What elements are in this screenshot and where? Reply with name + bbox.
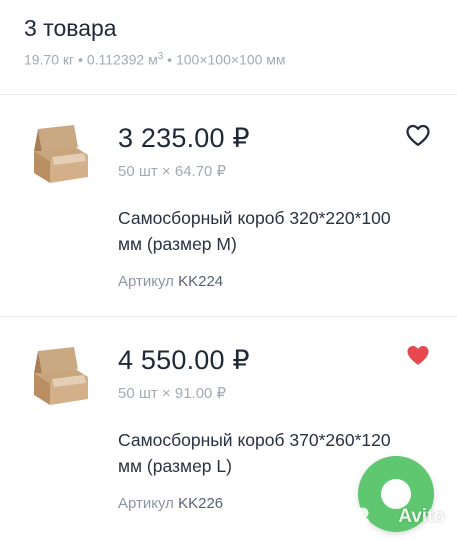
item-sku: Артикул KK226 — [118, 495, 223, 512]
total-weight: 19.70 кг — [24, 51, 75, 68]
item-title-line: Самосборный короб 370*260*120 — [118, 430, 391, 450]
box-icon[interactable] — [28, 121, 92, 189]
sku-code: KK226 — [178, 495, 224, 512]
heart-outline-icon[interactable] — [404, 121, 432, 149]
item-sku: Артикул KK224 — [118, 273, 223, 290]
sku-label: Артикул — [118, 495, 174, 512]
sku-label: Артикул — [118, 273, 174, 290]
item-title-line: мм (размер M) — [118, 234, 237, 254]
item-title[interactable]: Самосборный короб 320*220*100 мм (размер… — [118, 205, 448, 257]
volume-exponent: 3 — [157, 51, 164, 62]
avito-watermark: Avito — [398, 506, 445, 527]
item-quantity-unit-price: 50 шт × 91.00 ₽ — [118, 385, 227, 402]
item-quantity-unit-price: 50 шт × 64.70 ₽ — [118, 163, 227, 180]
sku-code: KK224 — [178, 273, 224, 290]
order-summary: 19.70 кг • 0.112392 м3 • 100×100×100 мм — [24, 51, 457, 68]
cart-header: 3 товара 19.70 кг • 0.112392 м3 • 100×10… — [24, 14, 457, 68]
cart-item[interactable]: 3 235.00 ₽ 50 шт × 64.70 ₽ Самосборный к… — [0, 95, 457, 315]
avito-logo-icon — [349, 507, 369, 524]
heart-filled-icon[interactable] — [404, 341, 432, 369]
separator: • — [167, 51, 173, 68]
package-dimensions: 100×100×100 мм — [175, 51, 286, 68]
chat-icon — [381, 479, 411, 509]
total-volume: 0.112392 м — [86, 51, 158, 68]
item-total-price: 4 550.00 ₽ — [118, 345, 250, 375]
items-count-title: 3 товара — [24, 15, 117, 41]
item-total-price: 3 235.00 ₽ — [118, 123, 250, 153]
separator: • — [78, 51, 83, 68]
item-title-line: Самосборный короб 320*220*100 — [118, 208, 391, 228]
box-icon[interactable] — [28, 343, 92, 411]
